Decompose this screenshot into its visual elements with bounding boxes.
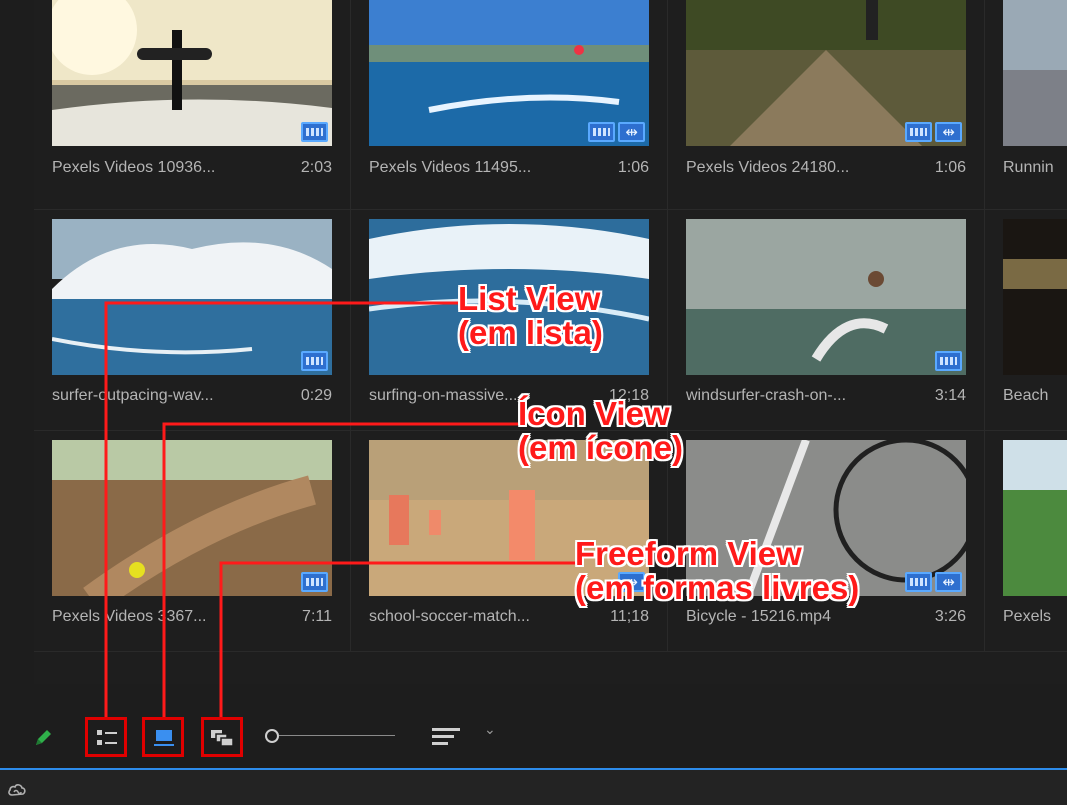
annotation-icon-view-subtitle: (em ícone) bbox=[518, 429, 684, 466]
media-caption: Pexels bbox=[1003, 606, 1067, 628]
media-duration: 11;18 bbox=[610, 608, 649, 625]
media-tile[interactable]: Pexels bbox=[985, 431, 1067, 652]
media-badges bbox=[301, 572, 328, 592]
media-tile[interactable]: Runnin bbox=[985, 0, 1067, 210]
video-track-icon bbox=[301, 351, 328, 371]
annotation-icon-view: Ícon View (em ícone) bbox=[518, 397, 683, 465]
media-caption: Runnin bbox=[1003, 157, 1067, 179]
media-duration: 2:03 bbox=[300, 159, 332, 176]
media-duration: 1:06 bbox=[617, 159, 649, 176]
icon-view-icon bbox=[154, 729, 174, 746]
freeform-view-button[interactable] bbox=[201, 717, 243, 757]
media-name: windsurfer-crash-on-... bbox=[686, 387, 847, 404]
media-thumbnail[interactable] bbox=[1003, 219, 1067, 375]
audio-track-icon bbox=[935, 122, 962, 142]
media-thumbnail[interactable] bbox=[1003, 0, 1067, 146]
freeform-view-icon bbox=[210, 728, 236, 748]
annotation-list-view-subtitle: (em lista) bbox=[458, 314, 603, 351]
media-thumbnail[interactable] bbox=[686, 219, 966, 375]
media-caption: surfer-outpacing-wav... 0:29 bbox=[52, 385, 332, 407]
video-track-icon bbox=[935, 351, 962, 371]
media-tile[interactable]: Beach bbox=[985, 210, 1067, 431]
media-name: Bicycle - 15216.mp4 bbox=[686, 608, 831, 625]
media-name: Pexels Videos 10936... bbox=[52, 159, 216, 176]
sort-icon[interactable] bbox=[432, 726, 462, 746]
media-name: Beach bbox=[1003, 387, 1049, 404]
video-track-icon bbox=[588, 122, 615, 142]
media-duration: 7:11 bbox=[302, 608, 332, 625]
list-view-icon bbox=[97, 729, 117, 746]
zoom-slider-knob[interactable] bbox=[265, 729, 279, 743]
media-thumbnail[interactable] bbox=[686, 0, 966, 146]
media-badges bbox=[301, 351, 328, 371]
media-badges bbox=[905, 572, 962, 592]
video-track-icon bbox=[905, 122, 932, 142]
zoom-slider-track bbox=[279, 735, 395, 736]
media-tile[interactable]: surfer-outpacing-wav... 0:29 bbox=[34, 210, 351, 431]
media-duration: 3:14 bbox=[934, 387, 966, 404]
media-thumbnail[interactable] bbox=[52, 219, 332, 375]
icon-view-button[interactable] bbox=[142, 717, 184, 757]
media-thumbnail[interactable] bbox=[1003, 440, 1067, 596]
media-name: Pexels Videos 24180... bbox=[686, 159, 850, 176]
annotation-list-view: List View (em lista) bbox=[458, 282, 603, 350]
audio-track-icon bbox=[935, 572, 962, 592]
media-name: surfing-on-massive... bbox=[369, 387, 518, 404]
media-name: Runnin bbox=[1003, 159, 1054, 176]
media-caption: Pexels Videos 11495... 1:06 bbox=[369, 157, 649, 179]
status-bar bbox=[0, 772, 1067, 805]
annotation-freeform-view-subtitle: (em formas livres) bbox=[575, 569, 860, 606]
media-caption: windsurfer-crash-on-... 3:14 bbox=[686, 385, 966, 407]
media-caption: Bicycle - 15216.mp4 3:26 bbox=[686, 606, 966, 628]
media-thumbnail[interactable] bbox=[52, 440, 332, 596]
media-thumbnail[interactable] bbox=[369, 0, 649, 146]
media-duration: 1:06 bbox=[934, 159, 966, 176]
media-duration: 3:26 bbox=[934, 608, 966, 625]
annotation-list-view-title: List View bbox=[458, 280, 601, 317]
video-track-icon bbox=[301, 572, 328, 592]
media-caption: Pexels Videos 3367... 7:11 bbox=[52, 606, 332, 628]
panel-toolbar: ⌄ bbox=[0, 700, 1067, 768]
media-tile[interactable]: Pexels Videos 10936... 2:03 bbox=[34, 0, 351, 210]
media-caption: Pexels Videos 24180... 1:06 bbox=[686, 157, 966, 179]
media-tile[interactable]: windsurfer-crash-on-... 3:14 bbox=[668, 210, 985, 431]
media-name: school-soccer-match... bbox=[369, 608, 530, 625]
annotation-icon-view-title: Ícon View bbox=[518, 395, 670, 432]
media-name: Pexels Videos 11495... bbox=[369, 159, 532, 176]
annotation-freeform-view: Freeform View (em formas livres) bbox=[575, 537, 859, 605]
media-badges bbox=[935, 351, 962, 371]
media-tile[interactable]: Pexels Videos 24180... 1:06 bbox=[668, 0, 985, 210]
media-name: surfer-outpacing-wav... bbox=[52, 387, 214, 404]
video-track-icon bbox=[301, 122, 328, 142]
media-thumbnail[interactable] bbox=[52, 0, 332, 146]
list-view-button[interactable] bbox=[85, 717, 127, 757]
media-duration: 0:29 bbox=[300, 387, 332, 404]
annotation-freeform-view-title: Freeform View bbox=[575, 535, 802, 572]
pencil-icon[interactable] bbox=[33, 728, 53, 748]
sort-chevron-down-icon[interactable]: ⌄ bbox=[484, 722, 496, 738]
media-badges bbox=[905, 122, 962, 142]
creative-cloud-icon[interactable] bbox=[8, 782, 26, 798]
media-tile[interactable]: Pexels Videos 11495... 1:06 bbox=[351, 0, 668, 210]
media-name: Pexels bbox=[1003, 608, 1052, 625]
video-track-icon bbox=[905, 572, 932, 592]
media-caption: school-soccer-match... 11;18 bbox=[369, 606, 649, 628]
media-caption: Pexels Videos 10936... 2:03 bbox=[52, 157, 332, 179]
zoom-slider[interactable] bbox=[265, 727, 400, 745]
media-badges bbox=[588, 122, 645, 142]
media-name: Pexels Videos 3367... bbox=[52, 608, 207, 625]
media-caption: Beach bbox=[1003, 385, 1067, 407]
audio-track-icon bbox=[618, 122, 645, 142]
project-panel: Pexels Videos 10936...2:03Pexels Videos … bbox=[0, 0, 1067, 770]
media-tile[interactable]: Pexels Videos 3367... 7:11 bbox=[34, 431, 351, 652]
media-badges bbox=[301, 122, 328, 142]
